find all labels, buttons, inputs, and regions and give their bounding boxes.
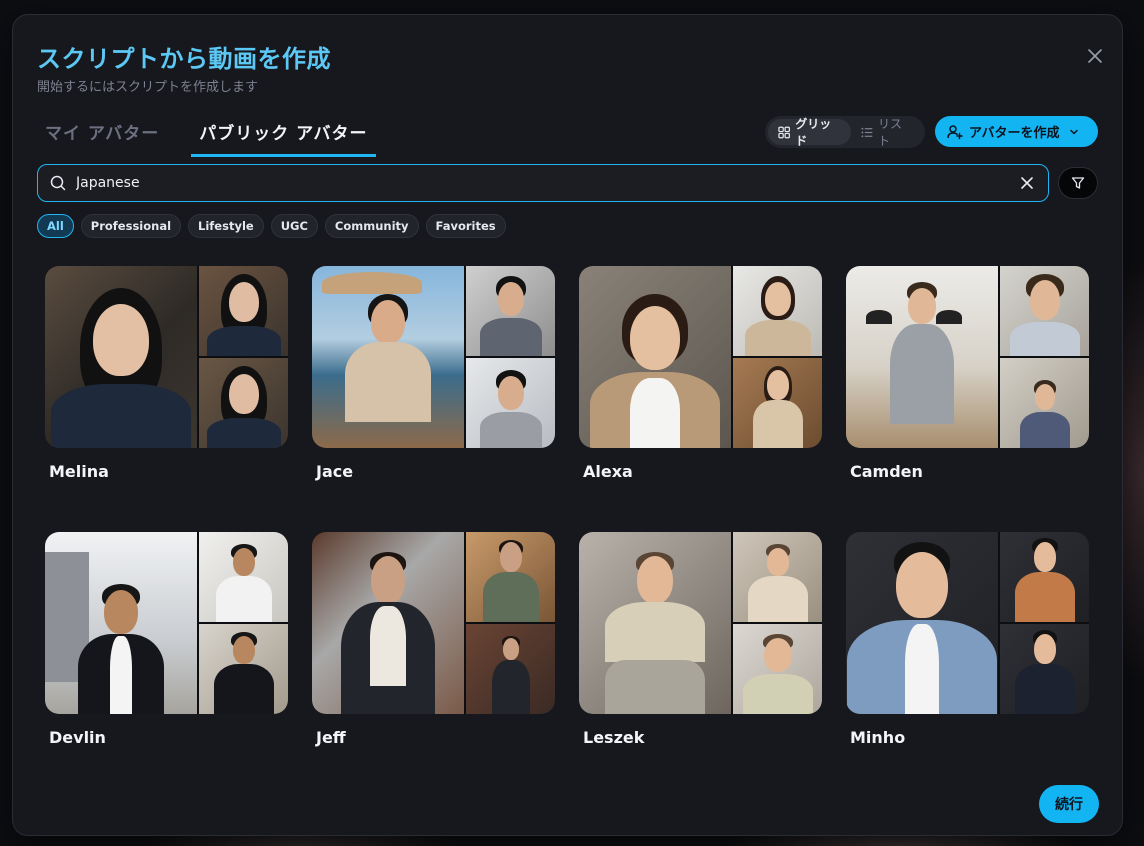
avatar-name: Jace bbox=[316, 462, 354, 481]
create-avatar-label: アバターを作成 bbox=[969, 126, 1060, 141]
continue-button[interactable]: 続行 bbox=[1039, 785, 1099, 823]
avatar-main-photo bbox=[579, 266, 731, 448]
tab-my-avatars[interactable]: マイ アバター bbox=[37, 115, 167, 157]
avatar-sub-photo bbox=[466, 266, 555, 356]
avatar-sub-photo bbox=[466, 358, 555, 448]
avatar-grid: Melina Jace Alexa Camden Devlin Jeff Les… bbox=[45, 266, 1091, 798]
avatar-sub-photo bbox=[1000, 624, 1089, 714]
avatar-main-photo bbox=[45, 532, 197, 714]
avatar-main-photo bbox=[579, 532, 731, 714]
avatar-main-photo bbox=[846, 532, 998, 714]
avatar-sub-photo bbox=[466, 624, 555, 714]
avatar-sub-photo bbox=[1000, 358, 1089, 448]
chip-lifestyle[interactable]: Lifestyle bbox=[188, 214, 264, 238]
avatar-name: Alexa bbox=[583, 462, 633, 481]
chip-community[interactable]: Community bbox=[324, 214, 419, 238]
avatar-sub-photo bbox=[199, 266, 288, 356]
avatar-sub-photo bbox=[1000, 266, 1089, 356]
create-avatar-button[interactable]: アバターを作成 bbox=[935, 116, 1098, 147]
chevron-down-icon bbox=[1070, 129, 1079, 135]
chip-favorites[interactable]: Favorites bbox=[425, 214, 506, 238]
list-icon bbox=[861, 127, 873, 137]
avatar-card-melina[interactable]: Melina bbox=[45, 266, 288, 532]
avatar-sub-photo bbox=[733, 532, 822, 622]
avatar-name: Camden bbox=[850, 462, 923, 481]
clear-search-button[interactable] bbox=[1018, 174, 1036, 192]
close-icon bbox=[1088, 49, 1102, 63]
grid-icon bbox=[778, 126, 790, 138]
avatar-thumbnail bbox=[846, 532, 1089, 714]
close-icon bbox=[1021, 177, 1033, 189]
grid-view-button[interactable]: グリッド bbox=[768, 117, 851, 148]
avatar-main-photo bbox=[846, 266, 998, 448]
search-icon bbox=[50, 175, 66, 191]
avatar-card-leszek[interactable]: Leszek bbox=[579, 532, 822, 798]
filter-icon bbox=[1071, 177, 1085, 189]
chip-professional[interactable]: Professional bbox=[80, 214, 182, 238]
avatar-main-photo bbox=[312, 532, 464, 714]
tab-public-avatars[interactable]: パブリック アバター bbox=[191, 115, 376, 157]
avatar-sub-photo bbox=[466, 532, 555, 622]
chip-all[interactable]: All bbox=[37, 214, 74, 238]
avatar-card-jeff[interactable]: Jeff bbox=[312, 532, 555, 798]
avatar-name: Minho bbox=[850, 728, 906, 747]
avatar-sub-photo bbox=[733, 624, 822, 714]
category-chips: All Professional Lifestyle UGC Community… bbox=[37, 214, 506, 238]
avatar-sub-photo bbox=[733, 358, 822, 448]
avatar-card-devlin[interactable]: Devlin bbox=[45, 532, 288, 798]
avatar-card-camden[interactable]: Camden bbox=[846, 266, 1089, 532]
search-input[interactable] bbox=[76, 175, 1018, 191]
add-user-icon bbox=[947, 124, 963, 139]
avatar-sub-photo bbox=[199, 532, 288, 622]
avatar-main-photo bbox=[45, 266, 197, 448]
dialog-subtitle: 開始するにはスクリプトを作成します bbox=[37, 80, 259, 95]
list-view-label: リスト bbox=[877, 117, 902, 148]
avatar-thumbnail bbox=[45, 266, 288, 448]
avatar-card-minho[interactable]: Minho bbox=[846, 532, 1089, 798]
avatar-thumbnail bbox=[846, 266, 1089, 448]
avatar-sub-photo bbox=[199, 358, 288, 448]
avatar-thumbnail bbox=[312, 532, 555, 714]
avatar-thumbnail bbox=[45, 532, 288, 714]
avatar-thumbnail bbox=[579, 532, 822, 714]
avatar-sub-photo bbox=[1000, 532, 1089, 622]
avatar-name: Melina bbox=[49, 462, 109, 481]
filter-button[interactable] bbox=[1058, 167, 1098, 199]
avatar-sub-photo bbox=[199, 624, 288, 714]
dialog-title: スクリプトから動画を作成 bbox=[37, 45, 331, 73]
avatar-name: Jeff bbox=[316, 728, 346, 747]
avatar-main-photo bbox=[312, 266, 464, 448]
avatar-name: Devlin bbox=[49, 728, 106, 747]
avatar-card-jace[interactable]: Jace bbox=[312, 266, 555, 532]
avatar-name: Leszek bbox=[583, 728, 645, 747]
avatar-thumbnail bbox=[579, 266, 822, 448]
chip-ugc[interactable]: UGC bbox=[270, 214, 318, 238]
avatar-tabs: マイ アバター パブリック アバター bbox=[37, 115, 400, 157]
view-toggle: グリッド リスト bbox=[765, 116, 925, 148]
avatar-card-alexa[interactable]: Alexa bbox=[579, 266, 822, 532]
close-button[interactable] bbox=[1084, 45, 1106, 67]
search-field bbox=[37, 164, 1049, 202]
avatar-sub-photo bbox=[733, 266, 822, 356]
avatar-thumbnail bbox=[312, 266, 555, 448]
list-view-button[interactable]: リスト bbox=[851, 117, 922, 148]
grid-view-label: グリッド bbox=[795, 117, 832, 148]
create-video-dialog: スクリプトから動画を作成 開始するにはスクリプトを作成します マイ アバター パ… bbox=[12, 14, 1123, 836]
